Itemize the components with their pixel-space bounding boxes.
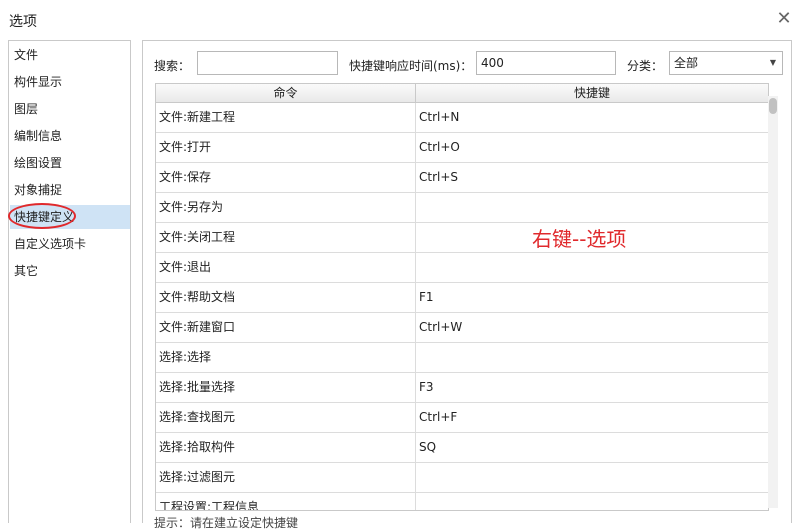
column-header-shortcut[interactable]: 快捷键 bbox=[416, 84, 768, 102]
command-cell: 文件:新建工程 bbox=[156, 103, 416, 132]
table-row[interactable]: 选择:选择 bbox=[156, 343, 768, 373]
table-row[interactable]: 选择:过滤图元 bbox=[156, 463, 768, 493]
table-row[interactable]: 文件:新建窗口 Ctrl+W bbox=[156, 313, 768, 343]
shortcut-cell[interactable] bbox=[416, 463, 768, 492]
command-cell: 选择:查找图元 bbox=[156, 403, 416, 432]
shortcut-cell[interactable]: F1 bbox=[416, 283, 768, 312]
column-header-command[interactable]: 命令 bbox=[156, 84, 416, 102]
sidebar-item-layers[interactable]: 图层 bbox=[10, 97, 130, 121]
sidebar-item-custom-tab[interactable]: 自定义选项卡 bbox=[10, 232, 130, 256]
command-cell: 文件:关闭工程 bbox=[156, 223, 416, 252]
title-bar: 选项 ✕ bbox=[0, 0, 802, 38]
command-cell: 工程设置:工程信息 bbox=[156, 493, 416, 510]
command-cell: 文件:帮助文档 bbox=[156, 283, 416, 312]
command-cell: 选择:选择 bbox=[156, 343, 416, 372]
table-row[interactable]: 文件:退出 bbox=[156, 253, 768, 283]
scrollbar-thumb[interactable] bbox=[769, 98, 777, 114]
table-row[interactable]: 选择:查找图元 Ctrl+F bbox=[156, 403, 768, 433]
table-row[interactable]: 文件:打开 Ctrl+O bbox=[156, 133, 768, 163]
search-input[interactable] bbox=[197, 51, 338, 75]
command-cell: 文件:退出 bbox=[156, 253, 416, 282]
window-title: 选项 bbox=[9, 14, 37, 30]
command-cell: 选择:拾取构件 bbox=[156, 433, 416, 462]
response-time-input[interactable] bbox=[476, 51, 616, 75]
category-label: 分类： bbox=[627, 59, 664, 73]
shortcut-cell[interactable]: Ctrl+O bbox=[416, 133, 768, 162]
shortcut-table: 命令 快捷键 文件:新建工程 Ctrl+N 文件:打开 Ctrl+O 文件:保存 Ct… bbox=[155, 83, 769, 511]
shortcut-cell[interactable] bbox=[416, 253, 768, 282]
sidebar-item-other[interactable]: 其它 bbox=[10, 259, 130, 283]
close-icon[interactable]: ✕ bbox=[774, 9, 794, 29]
command-cell: 选择:过滤图元 bbox=[156, 463, 416, 492]
table-row[interactable]: 工程设置:工程信息 bbox=[156, 493, 768, 510]
shortcut-cell[interactable] bbox=[416, 493, 768, 510]
shortcut-cell[interactable]: Ctrl+F bbox=[416, 403, 768, 432]
table-scrollbar[interactable] bbox=[768, 96, 778, 508]
command-cell: 文件:保存 bbox=[156, 163, 416, 192]
search-label: 搜索： bbox=[154, 59, 191, 73]
sidebar-item-compilation-info[interactable]: 编制信息 bbox=[10, 124, 130, 148]
category-select[interactable]: 全部 ▼ bbox=[669, 51, 783, 75]
sidebar-item-object-snap[interactable]: 对象捕捉 bbox=[10, 178, 130, 202]
chevron-down-icon: ▼ bbox=[769, 58, 776, 67]
category-selected-value: 全部 bbox=[674, 56, 699, 70]
response-time-label: 快捷键响应时间(ms)： bbox=[349, 59, 473, 73]
shortcut-cell[interactable]: Ctrl+W bbox=[416, 313, 768, 342]
command-cell: 文件:另存为 bbox=[156, 193, 416, 222]
options-sidebar: 文件 构件显示 图层 编制信息 绘图设置 对象捕捉 快捷键定义 自定义选项卡 其… bbox=[8, 40, 131, 523]
command-cell: 文件:打开 bbox=[156, 133, 416, 162]
table-row[interactable]: 选择:批量选择 F3 bbox=[156, 373, 768, 403]
sidebar-item-drawing-settings[interactable]: 绘图设置 bbox=[10, 151, 130, 175]
sidebar-item-component-display[interactable]: 构件显示 bbox=[10, 70, 130, 94]
shortcut-cell[interactable]: F3 bbox=[416, 373, 768, 402]
sidebar-item-file[interactable]: 文件 bbox=[10, 43, 130, 67]
sidebar-item-shortcut-definition[interactable]: 快捷键定义 bbox=[8, 203, 130, 229]
table-row[interactable]: 文件:帮助文档 F1 bbox=[156, 283, 768, 313]
command-cell: 选择:批量选择 bbox=[156, 373, 416, 402]
table-row[interactable]: 文件:关闭工程 bbox=[156, 223, 768, 253]
shortcut-cell[interactable] bbox=[416, 193, 768, 222]
shortcut-cell[interactable]: Ctrl+N bbox=[416, 103, 768, 132]
annotation-text: 右键--选项 bbox=[532, 227, 627, 251]
shortcut-cell[interactable] bbox=[416, 343, 768, 372]
table-row[interactable]: 选择:拾取构件 SQ bbox=[156, 433, 768, 463]
table-row[interactable]: 文件:另存为 bbox=[156, 193, 768, 223]
shortcut-cell[interactable]: SQ bbox=[416, 433, 768, 462]
shortcut-cell[interactable]: Ctrl+S bbox=[416, 163, 768, 192]
sidebar-item-label: 快捷键定义 bbox=[14, 210, 75, 224]
table-body: 文件:新建工程 Ctrl+N 文件:打开 Ctrl+O 文件:保存 Ctrl+S 文件… bbox=[156, 103, 768, 510]
command-cell: 文件:新建窗口 bbox=[156, 313, 416, 342]
table-row[interactable]: 文件:保存 Ctrl+S bbox=[156, 163, 768, 193]
table-header: 命令 快捷键 bbox=[156, 84, 768, 103]
table-row[interactable]: 文件:新建工程 Ctrl+N bbox=[156, 103, 768, 133]
shortcut-panel: 搜索： 快捷键响应时间(ms)： 分类： 全部 ▼ 命令 快捷键 文件:新建工程… bbox=[142, 40, 792, 523]
